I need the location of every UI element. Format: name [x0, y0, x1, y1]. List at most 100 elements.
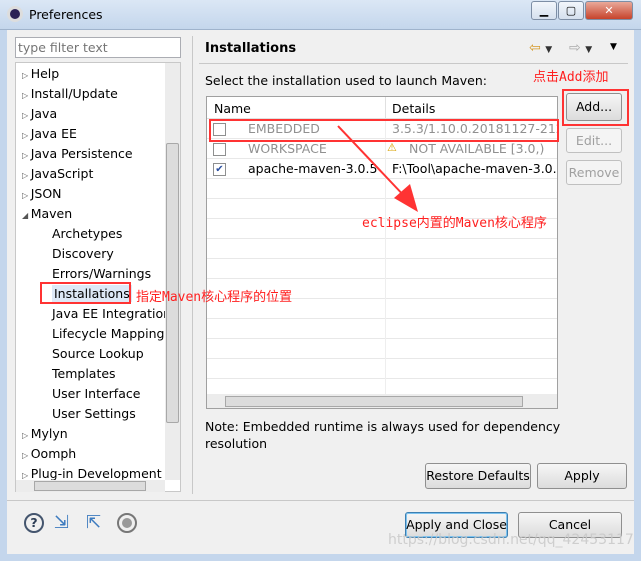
- tree-item[interactable]: ▷ JavaScript: [22, 166, 93, 181]
- tree-item-label: Errors/Warnings: [52, 266, 152, 281]
- empty-row: [207, 339, 557, 359]
- tree-horizontal-scrollbar[interactable]: [16, 480, 165, 492]
- collapsed-arrow-icon[interactable]: ▷: [22, 171, 31, 180]
- tree-item-label: JavaScript: [30, 166, 94, 181]
- forward-arrow-icon[interactable]: ⇨ ▼: [569, 40, 592, 56]
- tree-item-label: Archetypes: [52, 226, 123, 241]
- tree-item-label: Java Persistence: [30, 146, 133, 161]
- tree-item-label: Help: [30, 66, 60, 81]
- table-horizontal-scrollbar[interactable]: [207, 394, 557, 408]
- eclipse-icon: [7, 6, 23, 22]
- filter-input[interactable]: [15, 37, 181, 58]
- view-menu-icon[interactable]: ▼: [610, 42, 617, 52]
- tree-item[interactable]: Errors/Warnings: [52, 266, 151, 281]
- note-text-continued: resolution: [205, 436, 268, 451]
- restore-defaults-button[interactable]: Restore Defaults: [425, 463, 531, 489]
- tree-item[interactable]: User Settings: [52, 406, 136, 421]
- scrollbar-thumb[interactable]: [166, 143, 179, 423]
- title-bar: Preferences ▁ ▢ ✕: [0, 0, 641, 30]
- import-icon[interactable]: ⇲: [54, 512, 69, 533]
- preference-tree: ▷ Help ▷ Install/Update ▷ Java ▷ Java EE ▷ J…: [15, 62, 181, 492]
- collapsed-arrow-icon[interactable]: ▷: [22, 151, 31, 160]
- expanded-arrow-icon[interactable]: ◢: [22, 211, 31, 220]
- scrollbar-thumb[interactable]: [34, 481, 146, 491]
- tree-item[interactable]: ▷ Java Persistence: [22, 146, 133, 161]
- tree-item-label: Source Lookup: [52, 346, 144, 361]
- tree-item-label: Mylyn: [30, 426, 68, 441]
- row-name: WORKSPACE: [248, 141, 327, 156]
- empty-row: [207, 239, 557, 259]
- tree-item[interactable]: ▷ Install/Update: [22, 86, 118, 101]
- tree-item-label: Maven: [30, 206, 73, 221]
- tree-item[interactable]: ▷ Mylyn: [22, 426, 68, 441]
- tree-item-label: Plug-in Development: [30, 466, 162, 481]
- apply-button[interactable]: Apply: [537, 463, 627, 489]
- tree-item[interactable]: ▷ Java: [22, 106, 57, 121]
- instruction-label: Select the installation used to launch M…: [205, 73, 487, 88]
- remove-button[interactable]: Remove: [566, 160, 622, 185]
- export-icon[interactable]: ⇱: [86, 512, 101, 533]
- window-title: Preferences: [29, 7, 103, 22]
- row-checkbox[interactable]: [213, 143, 226, 156]
- tree-item[interactable]: Lifecycle Mappings: [52, 326, 171, 341]
- collapsed-arrow-icon[interactable]: ▷: [22, 451, 31, 460]
- tree-item-label: JSON: [30, 186, 62, 201]
- empty-row: [207, 359, 557, 379]
- tree-item[interactable]: Java EE Integration: [52, 306, 171, 321]
- tree-item[interactable]: ▷ Help: [22, 66, 59, 81]
- empty-row: [207, 319, 557, 339]
- row-checkbox[interactable]: ✔: [213, 163, 226, 176]
- tree-item-label: Java: [30, 106, 58, 121]
- record-icon[interactable]: [117, 513, 137, 533]
- tree-item[interactable]: ▷ Oomph: [22, 446, 76, 461]
- tree-item-label: Discovery: [52, 246, 114, 261]
- note-text: Note: Embedded runtime is always used fo…: [205, 419, 561, 434]
- annotation-add-hint: 点击Add添加: [533, 70, 609, 85]
- tree-item[interactable]: ◢ Maven: [22, 206, 72, 221]
- tree-item-label: Lifecycle Mappings: [52, 326, 171, 341]
- collapsed-arrow-icon[interactable]: ▷: [22, 91, 31, 100]
- minimize-button[interactable]: ▁: [531, 1, 557, 20]
- collapsed-arrow-icon[interactable]: ▷: [22, 431, 31, 440]
- table-header: Name Details: [207, 97, 557, 119]
- annotation-arrow: [337, 125, 418, 212]
- page-title: Installations: [205, 41, 297, 56]
- divider: [199, 63, 628, 64]
- collapsed-arrow-icon[interactable]: ▷: [22, 71, 31, 80]
- tree-item-label: Install/Update: [30, 86, 118, 101]
- tree-item[interactable]: Source Lookup: [52, 346, 144, 361]
- collapsed-arrow-icon[interactable]: ▷: [22, 471, 31, 480]
- tree-item[interactable]: Templates: [52, 366, 116, 381]
- collapsed-arrow-icon[interactable]: ▷: [22, 191, 31, 200]
- column-name[interactable]: Name: [214, 101, 251, 116]
- watermark: https://blog.csdn.net/qq_42453117: [388, 532, 634, 548]
- maximize-button[interactable]: ▢: [558, 1, 584, 20]
- annotation-box-add: [562, 89, 629, 126]
- tree-item-label: User Interface: [52, 386, 141, 401]
- divider: [192, 36, 193, 494]
- tree-item-label: Oomph: [30, 446, 77, 461]
- tree-item[interactable]: ▷ JSON: [22, 186, 62, 201]
- empty-row: [207, 259, 557, 279]
- tree-item[interactable]: Archetypes: [52, 226, 122, 241]
- help-icon[interactable]: ?: [24, 513, 44, 533]
- tree-item-label: User Settings: [52, 406, 136, 421]
- divider: [7, 500, 634, 501]
- annotation-box-installations: [40, 282, 131, 304]
- tree-item[interactable]: User Interface: [52, 386, 140, 401]
- tree-item[interactable]: ▷ Plug-in Development: [22, 466, 162, 481]
- tree-item-label: Java EE: [30, 126, 77, 141]
- annotation-installations-hint: 指定Maven核心程序的位置: [136, 290, 293, 305]
- column-details[interactable]: Details: [392, 101, 435, 116]
- tree-vertical-scrollbar[interactable]: [165, 63, 180, 480]
- collapsed-arrow-icon[interactable]: ▷: [22, 131, 31, 140]
- edit-button[interactable]: Edit...: [566, 128, 622, 153]
- tree-item[interactable]: Discovery: [52, 246, 114, 261]
- tree-item-label: Java EE Integration: [52, 306, 172, 321]
- back-arrow-icon[interactable]: ⇦ ▼: [529, 40, 552, 56]
- collapsed-arrow-icon[interactable]: ▷: [22, 111, 31, 120]
- tree-item[interactable]: ▷ Java EE: [22, 126, 77, 141]
- scrollbar-thumb[interactable]: [225, 396, 523, 407]
- close-button[interactable]: ✕: [585, 1, 633, 20]
- tree-item-label: Templates: [52, 366, 116, 381]
